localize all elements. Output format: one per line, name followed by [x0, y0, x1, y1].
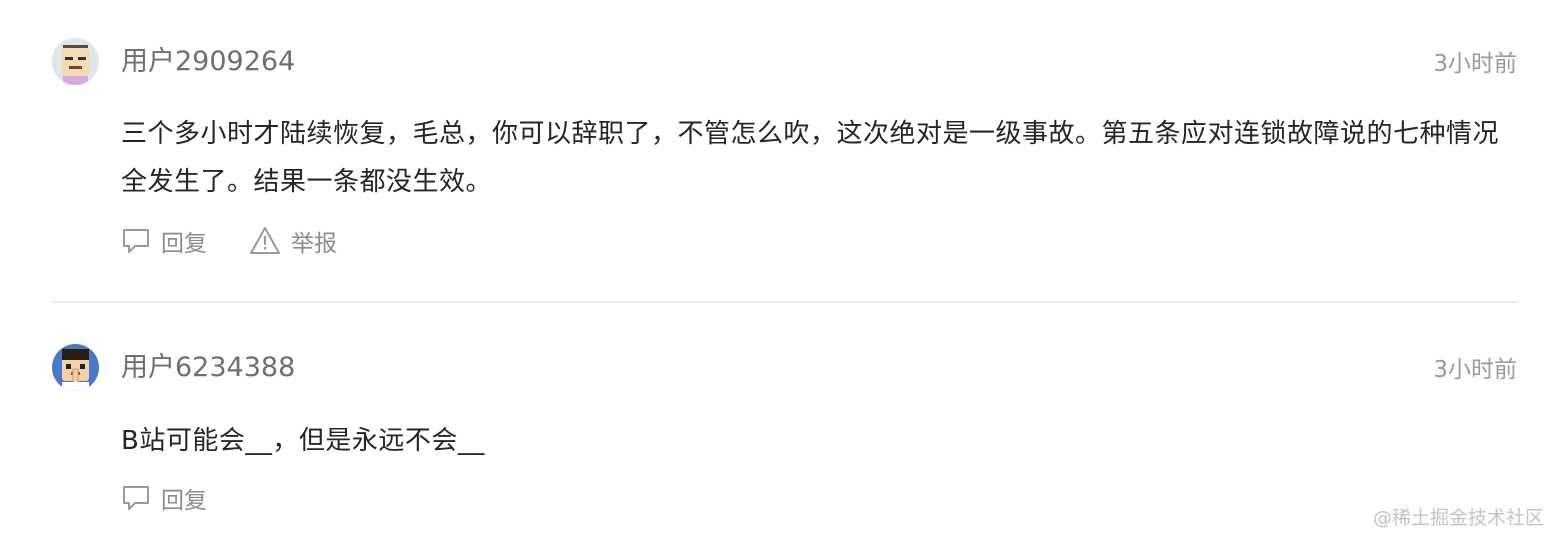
pixel-face-avatar-icon: [52, 344, 99, 391]
comment-time: 3小时前: [1433, 357, 1517, 383]
reply-button[interactable]: 回复: [121, 224, 207, 258]
comment-text: 三个多小时才陆续恢复，毛总，你可以辞职了，不管怎么吹，这次绝对是一级事故。第五条…: [121, 119, 1500, 197]
site-watermark: @稀土掘金技术社区: [1372, 507, 1544, 529]
comment-username[interactable]: 用户2909264: [121, 45, 295, 79]
comment-bubble-icon: [123, 486, 149, 510]
reply-label: 回复: [161, 231, 207, 257]
report-label: 举报: [291, 231, 337, 257]
comment-bubble-icon: [123, 229, 149, 253]
comment-username[interactable]: 用户6234388: [121, 351, 295, 385]
report-button[interactable]: 举报: [249, 224, 337, 258]
warning-icon: [250, 227, 280, 254]
comment-text: B站可能会__，但是永远不会__: [121, 426, 485, 456]
comment-time: 3小时前: [1433, 51, 1517, 77]
comment-divider: [52, 301, 1518, 303]
avatar[interactable]: [52, 344, 99, 391]
reply-label: 回复: [161, 488, 207, 514]
avatar[interactable]: [52, 38, 99, 85]
pixel-face-avatar-icon: [52, 38, 99, 85]
reply-button[interactable]: 回复: [121, 481, 207, 515]
